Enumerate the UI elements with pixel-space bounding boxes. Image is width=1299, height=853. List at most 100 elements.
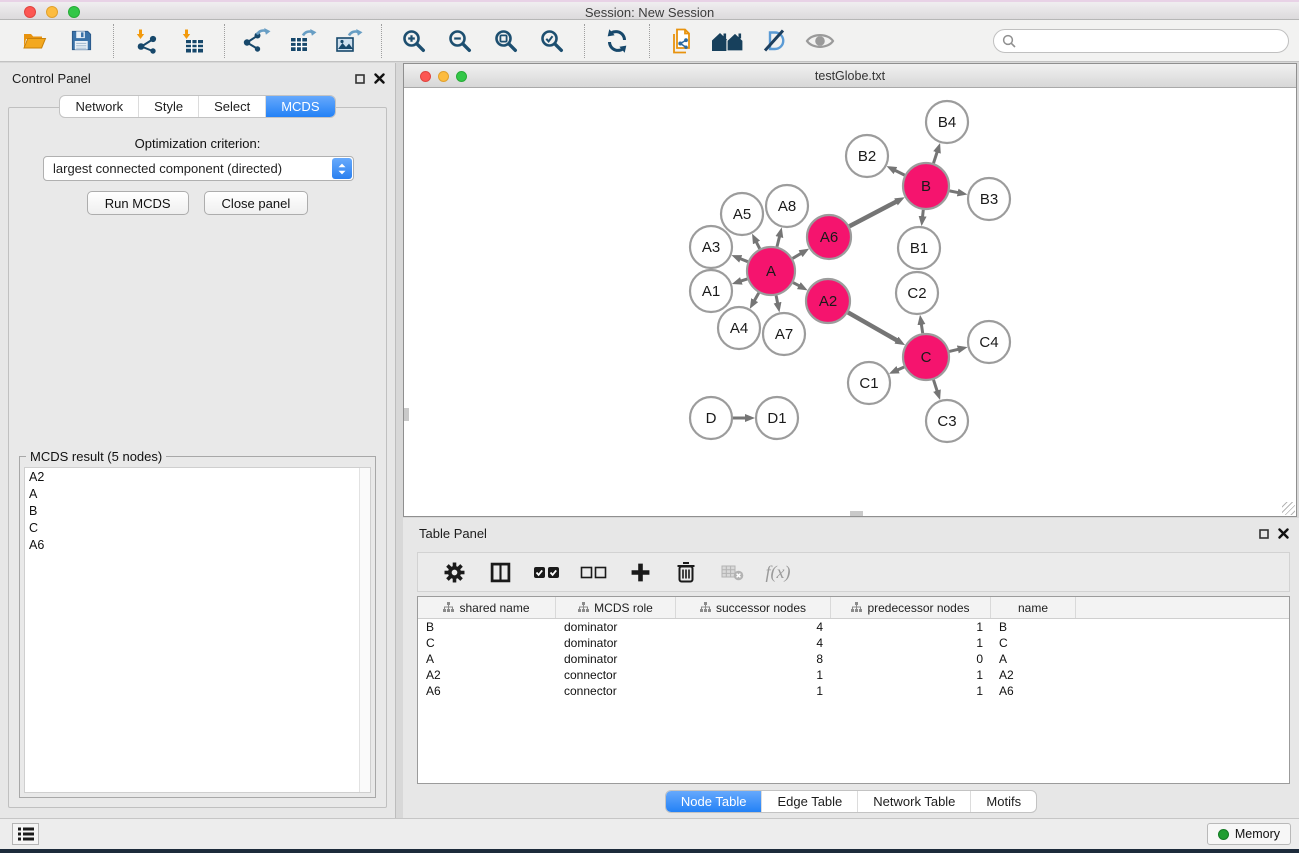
table-row[interactable]: Adominator80A bbox=[418, 651, 1289, 667]
graph-edge-A-A5[interactable] bbox=[756, 242, 760, 249]
table-cell[interactable]: 4 bbox=[676, 620, 831, 634]
graph-edge-B-B2[interactable] bbox=[895, 170, 905, 175]
graph-node-C4[interactable] bbox=[968, 321, 1010, 363]
table-cell[interactable]: 1 bbox=[831, 620, 991, 634]
refresh-view-icon[interactable] bbox=[600, 24, 634, 58]
canvas-hscroll-thumb[interactable] bbox=[850, 511, 863, 516]
table-cell[interactable]: B bbox=[418, 620, 556, 634]
delete-column-trash-icon[interactable] bbox=[673, 558, 699, 586]
column-browser-icon[interactable] bbox=[487, 558, 513, 586]
graph-node-B1[interactable] bbox=[898, 227, 940, 269]
zoom-fit-icon[interactable] bbox=[489, 24, 523, 58]
network-window-titlebar[interactable]: testGlobe.txt bbox=[404, 64, 1296, 88]
graph-edge-A-A7[interactable] bbox=[776, 296, 778, 304]
close-panel-button[interactable]: Close panel bbox=[204, 191, 309, 215]
criterion-select[interactable]: largest connected component (directed) bbox=[43, 156, 354, 181]
mcds-result-item[interactable]: A bbox=[25, 485, 370, 502]
table-cell[interactable]: B bbox=[991, 620, 1076, 634]
search-input[interactable] bbox=[1022, 34, 1280, 48]
table-cell[interactable]: A bbox=[418, 652, 556, 666]
table-cell[interactable]: 4 bbox=[676, 636, 831, 650]
graph-edge-B-B3[interactable] bbox=[950, 191, 959, 193]
table-cell[interactable]: A2 bbox=[418, 668, 556, 682]
table-settings-gear-icon[interactable] bbox=[441, 558, 467, 586]
table-cell[interactable]: 0 bbox=[831, 652, 991, 666]
export-image-icon[interactable] bbox=[332, 24, 366, 58]
table-cell[interactable]: connector bbox=[556, 668, 676, 682]
table-cell[interactable]: 1 bbox=[676, 684, 831, 698]
network-graph[interactable]: AA2A6BCA1A3A4A5A7A8B1B2B3B4C1C2C3C4DD1 bbox=[404, 89, 1296, 516]
eye-icon[interactable] bbox=[803, 24, 837, 58]
table-row[interactable]: Bdominator41B bbox=[418, 619, 1289, 635]
table-cell[interactable]: 1 bbox=[676, 668, 831, 682]
export-table-icon[interactable] bbox=[286, 24, 320, 58]
graph-edge-C-C3[interactable] bbox=[934, 380, 938, 392]
tab-motifs[interactable]: Motifs bbox=[970, 791, 1036, 812]
graph-node-B4[interactable] bbox=[926, 101, 968, 143]
select-all-rows-icon[interactable] bbox=[533, 558, 560, 586]
task-history-button[interactable] bbox=[12, 823, 39, 845]
graph-edge-C-C2[interactable] bbox=[921, 324, 922, 334]
graph-node-A1[interactable] bbox=[690, 270, 732, 312]
graph-node-A[interactable] bbox=[747, 247, 795, 295]
graph-node-A2[interactable] bbox=[806, 279, 850, 323]
search-field[interactable] bbox=[993, 29, 1289, 53]
graph-edge-A-A4[interactable] bbox=[754, 293, 759, 301]
graph-edge-C-C1[interactable] bbox=[897, 367, 904, 370]
mcds-result-item[interactable]: A6 bbox=[25, 536, 370, 553]
column-header-successor-nodes[interactable]: successor nodes bbox=[676, 597, 831, 618]
result-scrollbar[interactable] bbox=[359, 468, 370, 792]
graph-edge-A-A1[interactable] bbox=[740, 279, 747, 281]
table-cell[interactable]: 8 bbox=[676, 652, 831, 666]
float-panel-icon[interactable] bbox=[355, 71, 365, 89]
import-table-icon[interactable] bbox=[175, 24, 209, 58]
table-cell[interactable]: dominator bbox=[556, 620, 676, 634]
tab-select[interactable]: Select bbox=[198, 96, 265, 117]
table-cell[interactable]: C bbox=[991, 636, 1076, 650]
tab-network[interactable]: Network bbox=[60, 96, 138, 117]
column-header-predecessor-nodes[interactable]: predecessor nodes bbox=[831, 597, 991, 618]
tab-edge-table[interactable]: Edge Table bbox=[761, 791, 857, 812]
add-column-icon[interactable] bbox=[627, 558, 653, 586]
graph-edge-A-A6[interactable] bbox=[793, 253, 802, 258]
memory-button[interactable]: Memory bbox=[1207, 823, 1291, 845]
graph-node-C3[interactable] bbox=[926, 400, 968, 442]
table-cell[interactable]: C bbox=[418, 636, 556, 650]
graph-node-A4[interactable] bbox=[718, 307, 760, 349]
window-resize-grip[interactable] bbox=[1282, 502, 1295, 515]
graph-edge-A-A2[interactable] bbox=[793, 283, 800, 287]
tab-style[interactable]: Style bbox=[138, 96, 198, 117]
close-panel-icon[interactable] bbox=[1278, 526, 1289, 544]
table-row[interactable]: A2connector11A2 bbox=[418, 667, 1289, 683]
network-file-icon[interactable] bbox=[665, 24, 699, 58]
mcds-result-item[interactable]: A2 bbox=[25, 468, 370, 485]
table-cell[interactable]: 1 bbox=[831, 636, 991, 650]
table-cell[interactable]: 1 bbox=[831, 668, 991, 682]
mcds-result-list[interactable]: A2ABCA6 bbox=[24, 467, 371, 793]
graph-node-C1[interactable] bbox=[848, 362, 890, 404]
graph-edge-B-B4[interactable] bbox=[934, 152, 938, 164]
deselect-all-rows-icon[interactable] bbox=[580, 558, 607, 586]
zoom-out-icon[interactable] bbox=[443, 24, 477, 58]
table-cell[interactable]: A6 bbox=[991, 684, 1076, 698]
table-cell[interactable]: connector bbox=[556, 684, 676, 698]
graph-edge-B-B1[interactable] bbox=[923, 210, 924, 217]
close-panel-icon[interactable] bbox=[374, 71, 385, 89]
canvas-vscroll-thumb[interactable] bbox=[404, 408, 409, 421]
export-network-icon[interactable] bbox=[240, 24, 274, 58]
graph-edge-A6-B[interactable] bbox=[849, 201, 896, 226]
graph-node-B3[interactable] bbox=[968, 178, 1010, 220]
save-session-icon[interactable] bbox=[64, 24, 98, 58]
graph-node-A6[interactable] bbox=[807, 215, 851, 259]
mcds-result-item[interactable]: B bbox=[25, 502, 370, 519]
graph-node-A3[interactable] bbox=[690, 226, 732, 268]
run-mcds-button[interactable]: Run MCDS bbox=[87, 191, 189, 215]
import-network-icon[interactable] bbox=[129, 24, 163, 58]
graph-node-B[interactable] bbox=[903, 163, 949, 209]
column-header-name[interactable]: name bbox=[991, 597, 1076, 618]
float-panel-icon[interactable] bbox=[1259, 526, 1269, 544]
network-canvas[interactable]: AA2A6BCA1A3A4A5A7A8B1B2B3B4C1C2C3C4DD1 bbox=[404, 89, 1296, 516]
column-header-mcds-role[interactable]: MCDS role bbox=[556, 597, 676, 618]
table-cell[interactable]: dominator bbox=[556, 636, 676, 650]
table-cell[interactable]: A bbox=[991, 652, 1076, 666]
